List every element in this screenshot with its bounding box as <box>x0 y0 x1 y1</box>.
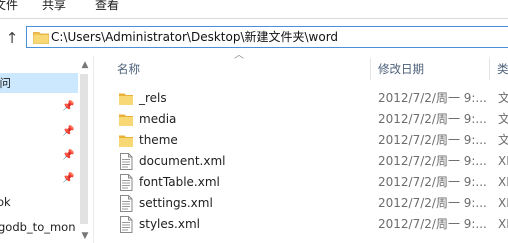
folder-icon <box>119 93 133 105</box>
file-name: settings.xml <box>139 196 213 210</box>
file-row-theme[interactable]: theme 2012/7/2/周一 9:... 文 <box>108 130 508 151</box>
file-row-rels[interactable]: _rels 2012/7/2/周一 9:... 文 <box>108 88 508 109</box>
xml-file-icon <box>120 195 133 212</box>
pane-divider[interactable] <box>93 56 94 243</box>
folder-icon <box>33 32 49 44</box>
nav-item-godb[interactable]: godb_to_mon <box>0 217 78 237</box>
folder-icon <box>119 114 133 126</box>
column-header-type[interactable]: 类 <box>497 56 508 82</box>
file-date: 2012/7/2/周一 9:... <box>378 112 487 126</box>
up-arrow-icon[interactable]: ↑ <box>4 28 20 48</box>
file-name: document.xml <box>139 154 226 168</box>
column-separator[interactable] <box>489 58 490 80</box>
pin-icon: 📌 <box>62 101 75 112</box>
address-bar[interactable]: C:\Users\Administrator\Desktop\新建文件夹\wor… <box>26 26 508 48</box>
column-header-date[interactable]: 修改日期 <box>378 56 424 82</box>
file-type: 文 <box>498 91 508 105</box>
file-date: 2012/7/2/周一 9:... <box>378 217 487 231</box>
file-row-settings[interactable]: settings.xml 2012/7/2/周一 9:... XI <box>108 193 508 214</box>
scroll-up-icon[interactable]: ▲ <box>78 58 92 72</box>
file-type: 文 <box>498 112 508 126</box>
pin-icon: 📌 <box>62 126 75 137</box>
file-name: styles.xml <box>139 217 200 231</box>
nav-scrollbar-thumb[interactable] <box>80 74 88 224</box>
column-header-name[interactable]: 名称 <box>117 56 140 82</box>
file-name: media <box>139 112 177 126</box>
address-path: C:\Users\Administrator\Desktop\新建文件夹\wor… <box>51 30 339 44</box>
file-date: 2012/7/2/周一 9:... <box>378 91 487 105</box>
file-row-document[interactable]: document.xml 2012/7/2/周一 9:... XI <box>108 151 508 172</box>
file-name: fontTable.xml <box>139 175 220 189</box>
file-type: XI <box>498 154 508 168</box>
address-row: ↑ C:\Users\Administrator\Desktop\新建文件夹\w… <box>0 22 508 54</box>
xml-file-icon <box>120 174 133 191</box>
xml-file-icon <box>120 153 133 170</box>
file-type: XI <box>498 175 508 189</box>
nav-item-label: 访问 <box>0 76 11 90</box>
tab-file[interactable]: 文件 <box>0 0 18 13</box>
xml-file-icon <box>120 216 133 233</box>
tab-view[interactable]: 查看 <box>95 0 119 13</box>
tab-share[interactable]: 共享 <box>42 0 66 13</box>
file-type: 文 <box>498 133 508 147</box>
file-row-fonttable[interactable]: fontTable.xml 2012/7/2/周一 9:... XI <box>108 172 508 193</box>
file-name: _rels <box>139 91 167 105</box>
nav-item-ok[interactable]: ok <box>0 192 78 212</box>
file-date: 2012/7/2/周一 9:... <box>378 133 487 147</box>
nav-item-label: godb_to_mon <box>0 220 76 234</box>
file-date: 2012/7/2/周一 9:... <box>378 196 487 210</box>
pin-icon: 📌 <box>62 173 75 184</box>
folder-icon <box>119 135 133 147</box>
scroll-down-icon[interactable]: ▼ <box>78 229 92 243</box>
file-date: 2012/7/2/周一 9:... <box>378 175 487 189</box>
sort-ascending-icon: ︿ <box>234 50 244 61</box>
nav-item-quick-access[interactable]: 访问 <box>0 73 78 93</box>
file-type: XI <box>498 217 508 231</box>
pin-icon: 📌 <box>62 150 75 161</box>
navigation-pane: 访问 📌 📌 📌 📌 ok godb_to_mon <box>0 56 78 243</box>
file-type: XI <box>498 196 508 210</box>
nav-item-label: ok <box>0 195 11 209</box>
file-row-media[interactable]: media 2012/7/2/周一 9:... 文 <box>108 109 508 130</box>
column-separator[interactable] <box>370 58 371 80</box>
file-date: 2012/7/2/周一 9:... <box>378 154 487 168</box>
file-row-styles[interactable]: styles.xml 2012/7/2/周一 9:... XI <box>108 214 508 235</box>
ribbon-tabs: 文件 共享 查看 <box>0 0 508 19</box>
file-name: theme <box>139 133 178 147</box>
